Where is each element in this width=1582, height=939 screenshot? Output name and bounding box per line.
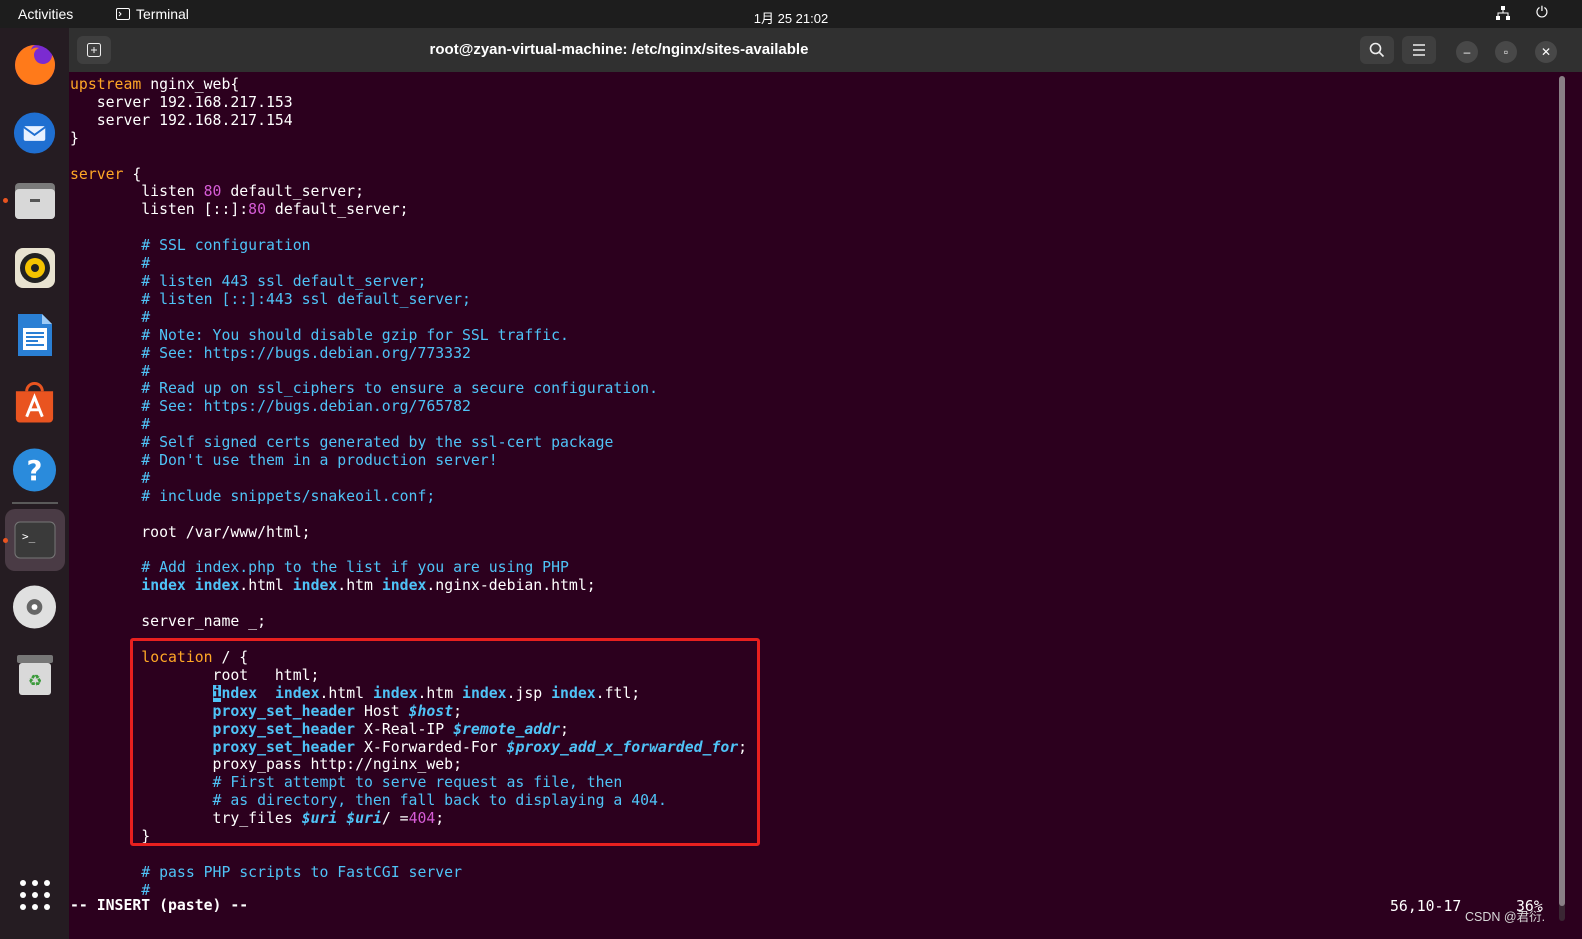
vim-mode-indicator: -- INSERT (paste) -- bbox=[70, 897, 249, 914]
show-apps-icon[interactable] bbox=[19, 879, 51, 911]
terminal-icon[interactable]: >_ bbox=[12, 517, 57, 562]
highlight-box bbox=[130, 638, 760, 846]
rhythmbox-icon[interactable] bbox=[12, 245, 57, 290]
terminal-titlebar: root@zyan-virtual-machine: /etc/nginx/si… bbox=[69, 28, 1582, 72]
hamburger-icon bbox=[1413, 44, 1425, 56]
minimize-button[interactable]: – bbox=[1456, 41, 1478, 63]
thunderbird-icon[interactable] bbox=[12, 110, 57, 155]
window-title: root@zyan-virtual-machine: /etc/nginx/si… bbox=[429, 41, 809, 58]
svg-text:>_: >_ bbox=[22, 530, 36, 543]
files-icon[interactable] bbox=[12, 178, 57, 223]
search-button[interactable] bbox=[1360, 36, 1394, 64]
scrollbar-thumb[interactable] bbox=[1559, 76, 1565, 906]
running-indicator bbox=[3, 198, 8, 203]
cursor-position: 56,10-17 bbox=[1390, 898, 1462, 915]
disc-icon[interactable] bbox=[12, 584, 57, 629]
network-icon[interactable] bbox=[1495, 6, 1511, 23]
close-button[interactable]: ✕ bbox=[1535, 41, 1557, 63]
help-icon[interactable]: ? bbox=[12, 447, 57, 492]
dock: ? >_ ♻ bbox=[0, 28, 69, 939]
top-bar: Activities Terminal 1月 25 21:02 ⏻ bbox=[0, 0, 1582, 28]
maximize-button[interactable]: ▫ bbox=[1495, 41, 1517, 63]
svg-text:?: ? bbox=[27, 455, 43, 486]
trash-icon[interactable]: ♻ bbox=[12, 652, 57, 697]
search-icon bbox=[1369, 42, 1385, 58]
firefox-icon[interactable] bbox=[12, 42, 57, 87]
clock[interactable]: 1月 25 21:02 bbox=[0, 8, 1582, 27]
running-indicator bbox=[3, 538, 8, 543]
libreoffice-writer-icon[interactable] bbox=[12, 312, 57, 357]
watermark: CSDN @君衍. bbox=[1465, 910, 1546, 924]
power-icon[interactable]: ⏻ bbox=[1536, 4, 1548, 21]
app-center-icon[interactable] bbox=[12, 379, 57, 424]
dock-separator bbox=[12, 502, 58, 504]
svg-text:♻: ♻ bbox=[27, 671, 41, 690]
menu-button[interactable] bbox=[1402, 36, 1436, 64]
scrollbar[interactable] bbox=[1559, 76, 1565, 921]
